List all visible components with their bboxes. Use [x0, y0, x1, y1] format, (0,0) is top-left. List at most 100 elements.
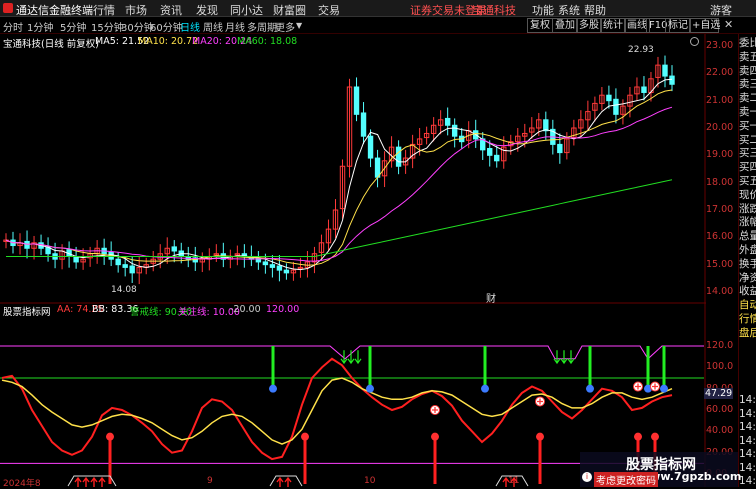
- bb-line: [1, 377, 673, 445]
- indicator-header: 股票指标网 AA: 74.25 BB: 83.36 警戒线: 90.00 关注线…: [0, 304, 700, 318]
- period-30min[interactable]: 30分钟: [121, 19, 154, 34]
- buy-signal-dot: [536, 432, 544, 441]
- candle-body: [669, 75, 675, 85]
- tool-adjust[interactable]: 复权: [527, 18, 553, 33]
- side-panel-time: 14:5: [739, 394, 756, 406]
- candle-body: [276, 265, 283, 271]
- period-5min[interactable]: 5分钟: [60, 19, 86, 34]
- candle-body: [613, 98, 619, 115]
- side-panel-label[interactable]: 卖一: [739, 106, 756, 119]
- sell-signal-dot: [586, 384, 594, 393]
- candle-body: [115, 258, 121, 266]
- side-panel-label[interactable]: 卖五: [739, 51, 756, 64]
- buy-signal-dot: [651, 432, 659, 441]
- quote-side-panel: 委比 卖五 卖四 卖三 卖二 卖一 买一 买二 买三 买四 买五 现价 涨跌 涨幅 总量 外盘 换手 净资 收益 自动…: [738, 34, 756, 487]
- ma5-line: [5, 78, 673, 271]
- side-panel-label[interactable]: 卖二: [739, 92, 756, 105]
- candle-body: [129, 265, 135, 274]
- side-panel-label[interactable]: 买一: [739, 120, 756, 133]
- tool-overlay[interactable]: 叠加: [552, 18, 578, 33]
- price-tick-label: 16.00: [706, 231, 734, 243]
- side-panel-label[interactable]: 行情: [739, 313, 756, 326]
- candle-body: [24, 240, 30, 249]
- close-icon[interactable]: ✕: [724, 18, 733, 31]
- period-weekly[interactable]: 周线: [203, 19, 223, 34]
- candle-body: [283, 269, 290, 274]
- side-panel-label[interactable]: 卖四: [739, 65, 756, 78]
- side-panel-label[interactable]: 收益: [739, 285, 756, 298]
- side-panel-label[interactable]: 现价: [739, 189, 756, 202]
- candle-body: [262, 261, 269, 266]
- period-15min[interactable]: 15分钟: [91, 19, 124, 34]
- side-panel-label[interactable]: 自动: [739, 299, 756, 312]
- watermark-box: 股票指标网 www.7gpzb.com 考虑更改密码 i: [580, 452, 741, 487]
- side-panel-label[interactable]: 买三: [739, 147, 756, 160]
- menu-market[interactable]: 市场: [125, 2, 147, 18]
- password-hint[interactable]: 考虑更改密码: [594, 472, 658, 487]
- side-panel-label[interactable]: 委比: [739, 37, 756, 50]
- info-icon: i: [582, 472, 592, 482]
- tool-multi-stock[interactable]: 多股: [576, 18, 602, 33]
- top-menu-bar: 通达信金融终端 行情 市场 资讯 发现 同小达 财富圈 交易 证券交易未登录 宝…: [0, 0, 756, 17]
- side-panel-label[interactable]: 买二: [739, 134, 756, 147]
- candle-body: [444, 117, 451, 126]
- side-panel-label[interactable]: 换手: [739, 258, 756, 271]
- candle-body: [662, 64, 668, 77]
- side-panel-label[interactable]: 买四: [739, 161, 756, 174]
- indicator-title[interactable]: 股票指标网: [3, 304, 51, 318]
- buy-signal-dot: [634, 432, 642, 441]
- period-daily[interactable]: 日线: [180, 19, 200, 34]
- menu-xiaoda[interactable]: 同小达: [230, 2, 263, 18]
- menu-discover[interactable]: 发现: [196, 2, 218, 18]
- buy-signal-dot: [301, 432, 309, 441]
- menu-help[interactable]: 帮助: [584, 2, 606, 18]
- menu-function[interactable]: 功能: [532, 2, 554, 18]
- side-panel-label[interactable]: 涨幅: [739, 216, 756, 229]
- price-tick-label: 15.00: [706, 258, 734, 270]
- tool-self-select[interactable]: +自选: [689, 18, 720, 33]
- price-tick-label: 23.00: [706, 40, 734, 51]
- price-chart: [0, 34, 706, 487]
- menu-quotes[interactable]: 行情: [93, 2, 115, 18]
- side-panel-label[interactable]: 买五: [739, 175, 756, 188]
- side-panel-time: 14:5: [739, 434, 756, 447]
- high-price-label: 22.93: [628, 45, 654, 55]
- menu-guest[interactable]: 游客: [710, 2, 732, 18]
- side-panel-label[interactable]: 外盘: [739, 244, 756, 257]
- menu-system[interactable]: 系统: [558, 2, 580, 18]
- menu-trade[interactable]: 交易: [318, 2, 340, 18]
- finance-marker[interactable]: 财: [486, 290, 496, 305]
- period-monthly[interactable]: 月线: [225, 19, 245, 34]
- candle-body: [122, 264, 128, 268]
- sell-signal-dot: [269, 384, 277, 393]
- period-multi[interactable]: 多周期: [247, 19, 277, 34]
- candle-body: [494, 154, 500, 162]
- sell-signal-dot: [481, 384, 489, 393]
- candle-body: [395, 146, 402, 167]
- candle-body: [374, 157, 381, 178]
- low-price-label: 14.08: [111, 285, 137, 295]
- menu-news[interactable]: 资讯: [160, 2, 182, 18]
- price-tick-label: 20.00: [706, 122, 734, 133]
- candle-body: [487, 148, 493, 156]
- side-panel-label[interactable]: 总量: [739, 230, 756, 243]
- candle-body: [451, 124, 458, 137]
- side-panel-label[interactable]: 净资: [739, 272, 756, 285]
- candle-body: [360, 112, 367, 137]
- app-logo-icon: [3, 3, 13, 13]
- side-panel-label[interactable]: 盘后: [739, 327, 756, 340]
- tool-mark[interactable]: 标记: [665, 18, 691, 33]
- tool-stats[interactable]: 统计: [600, 18, 626, 33]
- side-panel-label[interactable]: 涨跌: [739, 203, 756, 216]
- period-more[interactable]: 更多: [275, 19, 295, 34]
- period-1min[interactable]: 1分钟: [27, 19, 53, 34]
- lower-bound-label: -20.00: [230, 304, 261, 315]
- menu-wealth[interactable]: 财富圈: [273, 2, 306, 18]
- period-tick[interactable]: 分时: [3, 19, 23, 34]
- side-panel-label[interactable]: 卖三: [739, 78, 756, 91]
- candle-body: [557, 143, 563, 154]
- period-60min[interactable]: 60分钟: [150, 19, 183, 34]
- more-chevron-icon[interactable]: ▼: [296, 21, 302, 30]
- current-indicator-value: 47.29: [704, 388, 734, 399]
- candle-body: [367, 135, 374, 159]
